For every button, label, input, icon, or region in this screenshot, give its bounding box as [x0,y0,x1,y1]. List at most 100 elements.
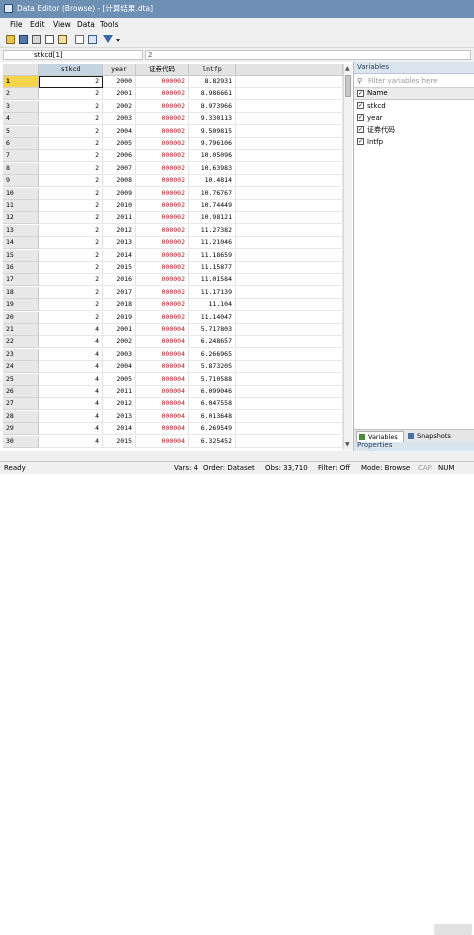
table-cell[interactable]: 2 [39,187,103,200]
table-cell[interactable]: 2017 [103,286,136,299]
table-cell[interactable]: 4 [39,324,103,336]
table-cell[interactable]: 2 [39,88,103,101]
table-cell[interactable]: 4 [39,373,103,386]
variable-item[interactable]: ✓ lntfp [354,136,474,148]
row-header[interactable]: 12 [3,212,39,225]
table-cell[interactable]: 4 [39,410,103,423]
row-header[interactable]: 11 [3,200,39,212]
table-cell[interactable]: 2 [39,175,103,188]
table-cell[interactable]: 2 [39,76,103,88]
table-cell[interactable]: 000002 [136,299,189,312]
table-cell[interactable]: 6.047558 [189,398,236,411]
table-cell[interactable]: 2001 [103,324,136,336]
filter-icon[interactable] [103,35,113,43]
table-cell[interactable]: 11.104 [189,299,236,312]
table-cell[interactable]: 2 [39,200,103,212]
table-cell[interactable]: 2016 [103,274,136,287]
table-cell[interactable]: 11.17139 [189,286,236,299]
menu-tools[interactable]: Tools [100,20,118,29]
table-cell[interactable]: 11.01584 [189,274,236,287]
table-cell[interactable]: 6.013648 [189,410,236,423]
select-all-checkbox[interactable]: ✓ [357,90,364,97]
table-cell[interactable]: 10.98121 [189,212,236,225]
table-cell[interactable]: 8.986661 [189,88,236,101]
table-cell[interactable]: 2009 [103,187,136,200]
table-cell[interactable]: 2014 [103,249,136,262]
row-header[interactable]: 2 [3,88,39,101]
table-cell[interactable]: 000004 [136,435,189,448]
table-cell[interactable]: 000002 [136,100,189,113]
table-cell[interactable]: 2019 [103,311,136,324]
table-cell[interactable]: 2004 [103,361,136,374]
row-header[interactable]: 5 [3,125,39,138]
table-cell[interactable]: 10.74449 [189,200,236,212]
table-cell[interactable]: 4 [39,336,103,349]
edit-icon[interactable] [75,35,84,44]
table-cell[interactable]: 2018 [103,299,136,312]
row-header[interactable]: 26 [3,386,39,398]
table-cell[interactable]: 2010 [103,200,136,212]
table-cell[interactable]: 4 [39,423,103,436]
row-header[interactable]: 16 [3,262,39,274]
table-cell[interactable]: 2006 [103,150,136,163]
print-icon[interactable] [32,35,41,44]
table-cell[interactable]: 000004 [136,324,189,336]
row-header[interactable]: 7 [3,150,39,163]
variables-filter[interactable]: ⚲ Filter variables here [354,74,474,88]
table-cell[interactable]: 000004 [136,410,189,423]
menu-view[interactable]: View [53,20,71,29]
table-cell[interactable]: 000004 [136,348,189,361]
table-cell[interactable]: 11.14047 [189,311,236,324]
table-cell[interactable]: 4 [39,361,103,374]
row-header[interactable]: 18 [3,286,39,299]
scroll-thumb[interactable] [345,75,351,97]
cell-value-input[interactable]: 2 [145,50,471,60]
table-cell[interactable]: 6.325452 [189,435,236,448]
table-cell[interactable]: 9.509815 [189,125,236,138]
table-cell[interactable]: 2005 [103,138,136,150]
table-cell[interactable]: 11.21046 [189,237,236,250]
row-header[interactable]: 28 [3,410,39,423]
variable-item[interactable]: ✓ 证券代码 [354,124,474,136]
table-cell[interactable]: 2 [39,224,103,237]
table-cell[interactable]: 5.717803 [189,324,236,336]
column-header-zhengquan-daima[interactable]: 证券代码 [136,64,189,76]
table-cell[interactable]: 2 [39,162,103,175]
table-cell[interactable]: 2 [39,274,103,287]
table-cell[interactable]: 2011 [103,212,136,225]
table-cell[interactable]: 10.76767 [189,187,236,200]
table-cell[interactable]: 9.796106 [189,138,236,150]
table-cell[interactable]: 2013 [103,237,136,250]
table-cell[interactable]: 4 [39,398,103,411]
table-cell[interactable]: 2 [39,212,103,225]
row-header[interactable]: 13 [3,224,39,237]
row-header[interactable]: 1 [3,76,39,88]
variable-checkbox[interactable]: ✓ [357,138,364,145]
table-cell[interactable]: 2007 [103,162,136,175]
row-header[interactable]: 6 [3,138,39,150]
table-cell[interactable]: 000004 [136,398,189,411]
column-header-year[interactable]: year [103,64,136,76]
table-cell[interactable]: 4 [39,386,103,398]
variable-item[interactable]: ✓ stkcd [354,100,474,112]
row-header[interactable]: 20 [3,311,39,324]
row-header[interactable]: 17 [3,274,39,287]
table-cell[interactable]: 2 [39,286,103,299]
table-cell[interactable]: 5.873205 [189,361,236,374]
variables-filter-placeholder[interactable]: Filter variables here [368,77,437,85]
table-cell[interactable]: 000002 [136,249,189,262]
table-cell[interactable]: 000004 [136,373,189,386]
scroll-up-icon[interactable]: ▲ [345,65,350,73]
table-cell[interactable]: 2004 [103,125,136,138]
table-cell[interactable]: 11.27382 [189,224,236,237]
menu-edit[interactable]: Edit [30,20,45,29]
table-cell[interactable]: 6.266965 [189,348,236,361]
table-cell[interactable]: 2003 [103,348,136,361]
row-header[interactable]: 24 [3,361,39,374]
table-cell[interactable]: 4 [39,348,103,361]
table-cell[interactable]: 000002 [136,187,189,200]
table-cell[interactable]: 000002 [136,162,189,175]
table-cell[interactable]: 2011 [103,386,136,398]
variable-item[interactable]: ✓ year [354,112,474,124]
table-cell[interactable]: 000004 [136,423,189,436]
